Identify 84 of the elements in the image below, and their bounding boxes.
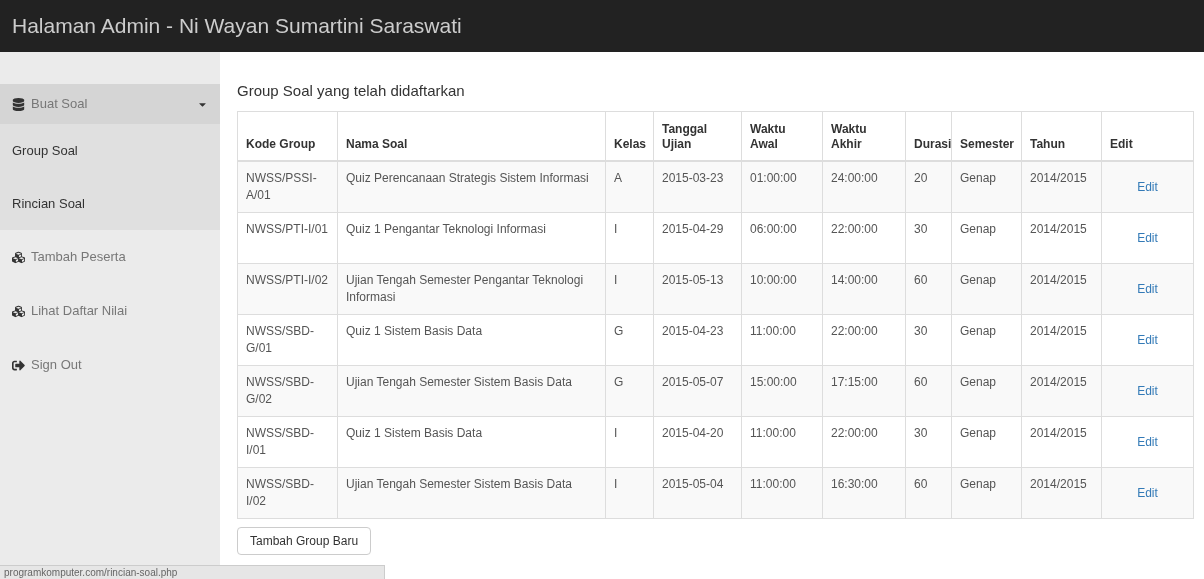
table-cell: Genap — [951, 416, 1022, 467]
table-cell: 2015-03-23 — [653, 161, 742, 212]
table-cell: NWSS/PTI-I/02 — [237, 263, 338, 314]
sidebar-item[interactable]: Tambah Peserta — [0, 230, 220, 284]
sidebar-item[interactable]: Buat Soal — [0, 84, 220, 124]
table-cell: Genap — [951, 314, 1022, 365]
table-cell: G — [605, 365, 654, 416]
table-cell: Ujian Tengah Semester Pengantar Teknologi Informasi — [337, 263, 606, 314]
table-cell: 2015-04-29 — [653, 212, 742, 263]
table-cell: Ujian Tengah Semester Sistem Basis Data — [337, 467, 606, 518]
cubes-icon — [12, 250, 25, 264]
table-cell: 60 — [905, 467, 952, 518]
table-cell: Quiz Perencanaan Strategis Sistem Informasi — [337, 161, 606, 212]
sidebar-item[interactable]: Sign Out — [0, 338, 220, 392]
table-cell: 2014/2015 — [1021, 263, 1102, 314]
table-cell: Genap — [951, 467, 1022, 518]
table-cell: Quiz 1 Pengantar Teknologi Informasi — [337, 212, 606, 263]
status-url: programkomputer.com/rincian-soal.php — [4, 567, 178, 578]
table-cell: 60 — [905, 263, 952, 314]
table-cell: 11:00:00 — [741, 467, 823, 518]
table-cell: I — [605, 212, 654, 263]
table-cell: 60 — [905, 365, 952, 416]
table-cell: 30 — [905, 314, 952, 365]
edit-link[interactable]: Edit — [1137, 332, 1158, 347]
table-cell: NWSS/SBD-I/01 — [237, 416, 338, 467]
table-cell: I — [605, 467, 654, 518]
table-cell: 20 — [905, 161, 952, 212]
table-cell: G — [605, 314, 654, 365]
table-cell: 2015-05-04 — [653, 467, 742, 518]
edit-link[interactable]: Edit — [1137, 434, 1158, 449]
table-cell: NWSS/SBD-G/02 — [237, 365, 338, 416]
table-cell: 15:00:00 — [741, 365, 823, 416]
table-cell: Genap — [951, 263, 1022, 314]
database-icon — [12, 97, 25, 111]
table-cell: Quiz 1 Sistem Basis Data — [337, 314, 606, 365]
table-cell: 2014/2015 — [1021, 314, 1102, 365]
table-cell: NWSS/PTI-I/01 — [237, 212, 338, 263]
add-group-button[interactable]: Tambah Group Baru — [237, 526, 372, 555]
sign-out-icon — [12, 358, 25, 372]
cubes-icon — [12, 304, 25, 318]
table-cell: 11:00:00 — [741, 314, 823, 365]
table-cell: 11:00:00 — [741, 416, 823, 467]
sidebar-item[interactable]: Lihat Daftar Nilai — [0, 284, 220, 338]
table-cell: 2014/2015 — [1021, 467, 1102, 518]
table-cell: 2015-05-13 — [653, 263, 742, 314]
table-cell: NWSS/PSSI-A/01 — [237, 161, 338, 212]
table-cell: 16:30:00 — [822, 467, 906, 518]
table-cell: 2015-05-07 — [653, 365, 742, 416]
table-cell: 22:00:00 — [822, 416, 906, 467]
table-cell: Genap — [951, 212, 1022, 263]
table-cell: 14:00:00 — [822, 263, 906, 314]
edit-link[interactable]: Edit — [1137, 179, 1158, 194]
table-cell: Quiz 1 Sistem Basis Data — [337, 416, 606, 467]
table-cell: 30 — [905, 416, 952, 467]
table-cell: I — [605, 263, 654, 314]
table-cell: 10:00:00 — [741, 263, 823, 314]
table-cell: NWSS/SBD-I/02 — [237, 467, 338, 518]
table-cell: 22:00:00 — [822, 314, 906, 365]
table-cell: Genap — [951, 365, 1022, 416]
table-cell: NWSS/SBD-G/01 — [237, 314, 338, 365]
page-title: Halaman Admin - Ni Wayan Sumartini Saraswati — [12, 13, 462, 40]
table-cell: 2015-04-20 — [653, 416, 742, 467]
sidebar-subitem[interactable]: Group Soal — [0, 124, 220, 177]
table-cell: 2015-04-23 — [653, 314, 742, 365]
table-cell: Ujian Tengah Semester Sistem Basis Data — [337, 365, 606, 416]
section-heading: Group Soal yang telah didaftarkan — [237, 81, 466, 101]
table-cell: 2014/2015 — [1021, 365, 1102, 416]
table-cell: I — [605, 416, 654, 467]
edit-link[interactable]: Edit — [1137, 485, 1158, 500]
table-cell: 24:00:00 — [822, 161, 906, 212]
table-cell: 2014/2015 — [1021, 416, 1102, 467]
table-cell: 2014/2015 — [1021, 161, 1102, 212]
table-cell: 22:00:00 — [822, 212, 906, 263]
table-cell: 01:00:00 — [741, 161, 823, 212]
edit-link[interactable]: Edit — [1137, 281, 1158, 296]
table-cell: 2014/2015 — [1021, 212, 1102, 263]
edit-link[interactable]: Edit — [1137, 230, 1158, 245]
table-cell: 06:00:00 — [741, 212, 823, 263]
edit-link[interactable]: Edit — [1137, 383, 1158, 398]
table-cell: 30 — [905, 212, 952, 263]
table-cell: 17:15:00 — [822, 365, 906, 416]
sidebar-subitem[interactable]: Rincian Soal — [0, 177, 220, 230]
table-cell: A — [605, 161, 654, 212]
table-cell: Genap — [951, 161, 1022, 212]
